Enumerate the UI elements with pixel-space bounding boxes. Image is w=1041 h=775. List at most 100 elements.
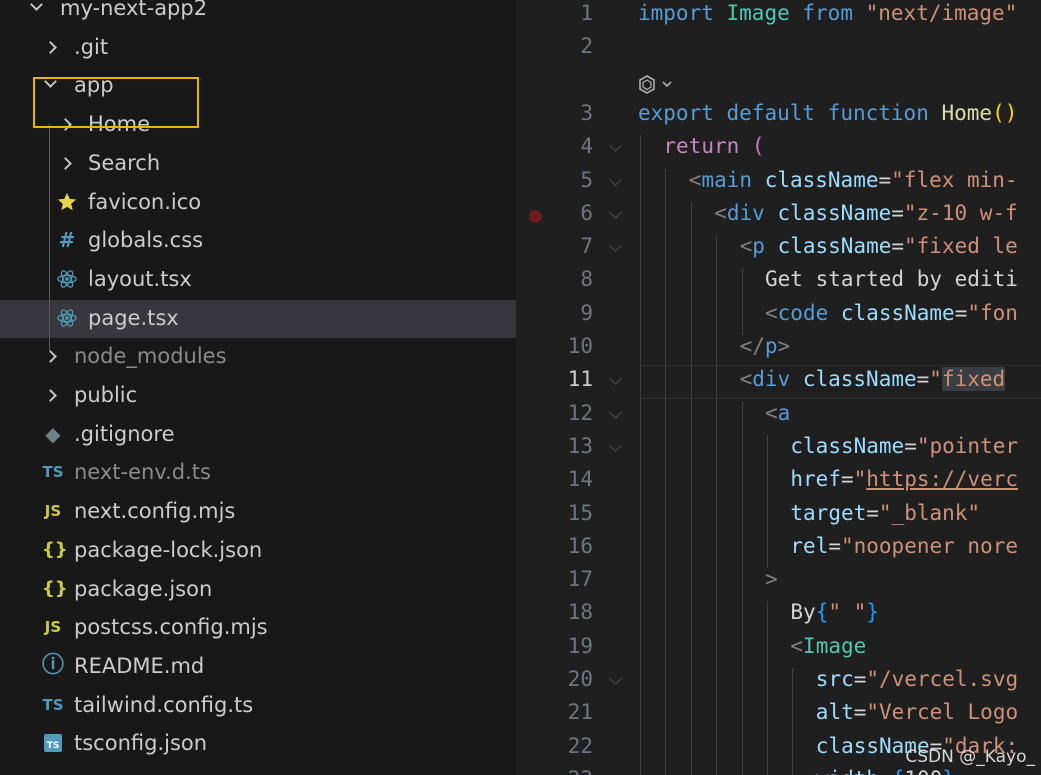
chevron-right-icon[interactable] (61, 159, 71, 169)
code-line[interactable]: export default function Home() (638, 101, 1017, 125)
indent-guide (792, 668, 794, 775)
fold-chevron-icon[interactable] (609, 439, 622, 452)
explorer-item-label: node_modules (74, 344, 227, 369)
fold-chevron-icon[interactable] (609, 205, 622, 219)
explorer-item[interactable]: {} package.json (0, 571, 516, 609)
code-line[interactable]: width={100} (816, 767, 955, 775)
code-lens-icon[interactable] (637, 73, 677, 97)
line-number: 3 (580, 100, 593, 125)
fold-chevron-icon[interactable] (609, 672, 622, 685)
fold-chevron-icon[interactable] (609, 372, 622, 386)
explorer-item[interactable]: TS tsconfig.json (0, 725, 516, 763)
line-number: 10 (567, 334, 593, 358)
explorer-item[interactable]: node_modules (0, 338, 516, 376)
explorer-item-label: README.md (74, 653, 205, 678)
line-number: 8 (580, 267, 593, 292)
explorer-item[interactable]: public (0, 377, 516, 415)
code-line[interactable]: className="pointer (790, 434, 1018, 458)
explorer-item[interactable]: TS tailwind.config.ts (0, 687, 516, 725)
explorer-item[interactable]: JS postcss.config.mjs (0, 609, 516, 647)
explorer-item[interactable]: TS next-env.d.ts (0, 454, 516, 492)
code-line[interactable]: rel="noopener nore (790, 534, 1018, 558)
line-number: 18 (567, 600, 593, 625)
code-line[interactable]: import Image from "next/image" (638, 1, 1017, 25)
explorer-item[interactable]: favicon.ico (0, 184, 516, 222)
code-line[interactable]: <div className="fixed (740, 367, 1018, 392)
code-token: href (790, 467, 841, 492)
fold-chevron-icon[interactable] (609, 139, 622, 153)
fold-chevron-icon[interactable] (609, 405, 622, 419)
explorer-item[interactable]: {} package-lock.json (0, 532, 516, 570)
explorer-item-label: .gitignore (74, 421, 175, 446)
code-line[interactable]: <div className="z-10 w-f (714, 201, 1018, 225)
code-line[interactable]: alt="Vercel Logo (816, 700, 1018, 724)
line-number: 2 (580, 34, 593, 59)
line-number: 16 (567, 533, 593, 558)
explorer-item[interactable]: JS next.config.mjs (0, 493, 516, 531)
explorer-item[interactable]: Search (0, 145, 516, 183)
code-token: "noopener nore (840, 533, 1018, 558)
code-token: Image (726, 1, 790, 25)
chevron-right-icon[interactable] (46, 43, 56, 53)
code-token: "z-10 w-f (903, 200, 1018, 225)
explorer-item-label: next-env.d.ts (74, 460, 211, 485)
explorer-item[interactable]: .git (0, 29, 516, 67)
code-token: p (764, 334, 778, 358)
explorer-item[interactable]: layout.tsx (0, 261, 516, 299)
code-token: = (904, 433, 917, 458)
typescript-icon: TS (42, 695, 64, 714)
line-number: 4 (580, 134, 593, 159)
code-token: "next/image" (865, 1, 1018, 25)
indent-guide (49, 124, 50, 352)
react-icon (56, 307, 78, 329)
line-number: 9 (580, 300, 593, 325)
chevron-down-icon[interactable] (32, 0, 42, 10)
fold-chevron-icon[interactable] (609, 239, 622, 252)
code-line[interactable]: <a (765, 401, 790, 425)
code-line[interactable]: > (765, 567, 778, 591)
code-token: code (777, 300, 829, 325)
code-token: "flex min- (891, 167, 1018, 192)
code-line[interactable]: By{" "} (790, 600, 879, 624)
explorer-item[interactable]: ◆ .gitignore (0, 416, 516, 454)
code-token: { (892, 767, 905, 775)
code-line[interactable]: <Image (790, 634, 866, 658)
explorer-item[interactable]: page.tsx (0, 299, 516, 338)
indent-guide (716, 235, 718, 775)
indent-guide (741, 268, 743, 335)
code-token: "/vercel.svg (866, 667, 1019, 691)
breakpoint-icon[interactable] (529, 209, 542, 223)
code-token: className (764, 167, 879, 192)
explorer-item[interactable]: my-next-app2 (0, 0, 516, 28)
fold-chevron-icon[interactable] (609, 172, 622, 186)
code-line[interactable]: <p className="fixed le (740, 234, 1018, 258)
info-icon: ⓘ (42, 652, 65, 678)
code-line[interactable]: <code className="fon (765, 301, 1018, 325)
code-line[interactable]: target="_blank" (790, 501, 980, 525)
explorer-item-label: .git (74, 34, 109, 59)
line-number: 14 (567, 467, 593, 492)
explorer-item-label: package-lock.json (74, 537, 263, 562)
chevron-right-icon[interactable] (46, 391, 56, 401)
code-line[interactable]: return ( (663, 134, 764, 158)
explorer-item[interactable]: ⓘ README.md (0, 648, 516, 686)
indent-guide (767, 601, 768, 775)
code-token: "pointer (916, 433, 1018, 458)
chevron-right-icon[interactable] (46, 352, 56, 362)
code-token: function (827, 100, 929, 125)
code-line[interactable]: href="https://verc (790, 467, 1018, 491)
code-token: "fon (967, 300, 1018, 325)
code-token: = (879, 767, 892, 775)
explorer-item[interactable]: # globals.css (0, 222, 516, 260)
code-line[interactable]: Get started by editi (765, 267, 1018, 291)
code-line[interactable]: </p> (740, 334, 791, 358)
json-icon: {} (42, 577, 68, 599)
code-line[interactable]: src="/vercel.svg (816, 667, 1018, 691)
code-token: < (714, 200, 727, 225)
code-token: Image (803, 633, 867, 658)
code-line[interactable]: <main className="flex min- (689, 168, 1018, 192)
